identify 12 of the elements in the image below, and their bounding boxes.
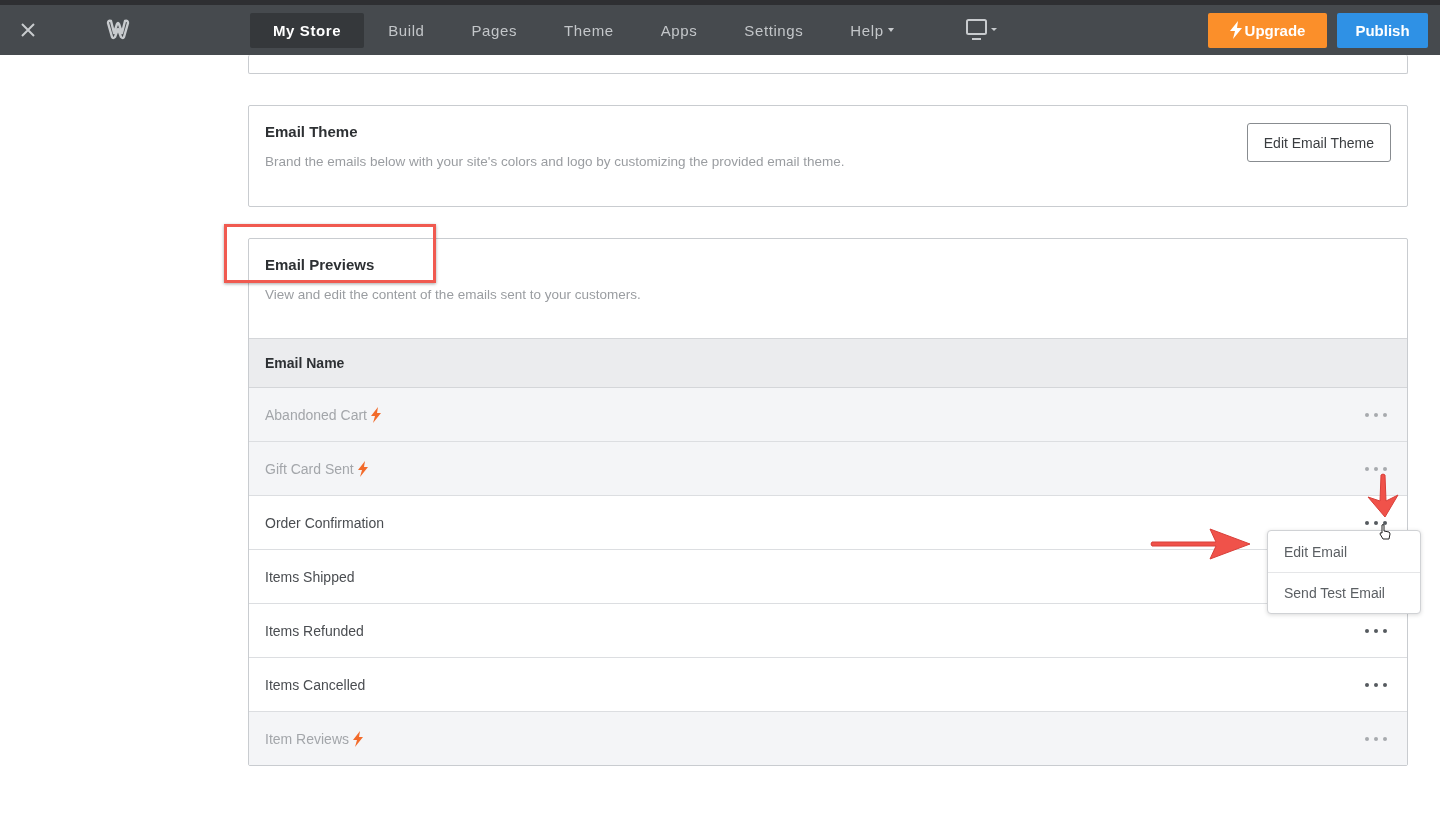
section-title: Email Previews — [265, 256, 376, 273]
section-description: View and edit the content of the emails sent to your customers. — [265, 287, 642, 302]
email-name: Order Confirmation — [265, 514, 385, 531]
email-name: Item Reviews — [265, 730, 350, 747]
email-name: Items Refunded — [265, 622, 364, 639]
email-name: Items Shipped — [265, 568, 355, 585]
email-name: Items Cancelled — [265, 676, 366, 693]
section-title: Email Theme — [265, 123, 359, 140]
email-name: Abandoned Cart — [265, 406, 367, 423]
column-header: Email Name — [265, 355, 345, 371]
email-name: Gift Card Sent — [265, 460, 354, 477]
section-description: Brand the emails below with your site's colors and logo by customizing the provided email theme. — [265, 154, 846, 169]
